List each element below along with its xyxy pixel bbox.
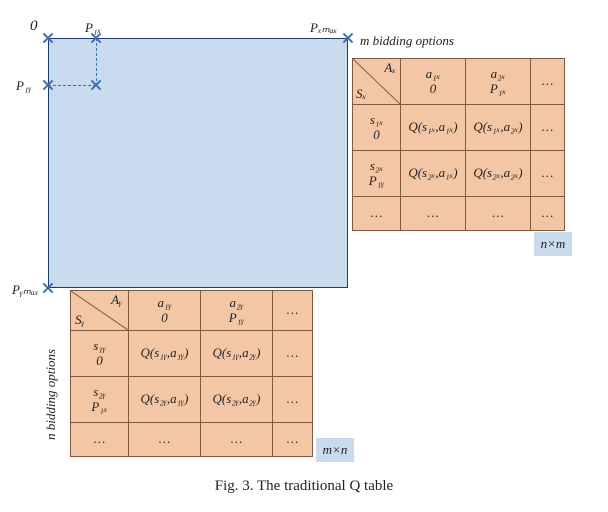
- tx-row-ell-h: …: [353, 197, 401, 231]
- tx-r1-ell: …: [531, 105, 565, 151]
- tx-row-2-h: s₂ₓP₁ᵧ: [353, 151, 401, 197]
- dash-horizontal: [48, 85, 96, 86]
- ty-r1-c1: Q(s₁ᵧ,a₁ᵧ): [129, 331, 201, 377]
- mark-origin: [42, 32, 54, 44]
- ty-rell-c3: …: [273, 423, 313, 457]
- size-tag-mxn: m×n: [316, 438, 354, 462]
- mark-pymax: [42, 282, 54, 294]
- size-tag-nxm: n×m: [534, 232, 572, 256]
- tx-r2-c2: Q(s₂ₓ,a₂ₓ): [466, 151, 531, 197]
- tx-rell-c1: …: [401, 197, 466, 231]
- tx-rell-c2: …: [466, 197, 531, 231]
- pxmax-label: Pₓₘₐₓ: [310, 20, 337, 36]
- tx-rell-c3: …: [531, 197, 565, 231]
- ty-row-1-h: s₁ᵧ0: [71, 331, 129, 377]
- diag-cell-x: Aₓ Sₓ: [353, 59, 401, 105]
- ty-r1-c2: Q(s₁ᵧ,a₂ᵧ): [201, 331, 273, 377]
- figure-caption: Fig. 3. The traditional Q table: [0, 478, 608, 495]
- p1y-label: P₁ᵧ: [16, 78, 31, 94]
- tx-r1-c2: Q(s₁ₓ,a₂ₓ): [466, 105, 531, 151]
- tx-col-2: a₂ₓP₁ₓ: [466, 59, 531, 105]
- ty-r2-c1: Q(s₂ᵧ,a₁ᵧ): [129, 377, 201, 423]
- mark-p1x: [90, 32, 102, 44]
- ty-r1-ell: …: [273, 331, 313, 377]
- tx-r2-c1: Q(s₂ₓ,a₁ₓ): [401, 151, 466, 197]
- tx-r1-c1: Q(s₁ₓ,a₁ₓ): [401, 105, 466, 151]
- tx-col-ell: …: [531, 59, 565, 105]
- q-table-y: Aᵧ Sᵧ a₁ᵧ0 a₂ᵧP₁ᵧ … s₁ᵧ0 Q(s₁ᵧ,a₁ᵧ) Q(s₁…: [70, 290, 313, 457]
- tx-r2-ell: …: [531, 151, 565, 197]
- n-bidding-options-label: n bidding options: [43, 349, 59, 440]
- ty-col-2: a₂ᵧP₁ᵧ: [201, 291, 273, 331]
- ty-row-2-h: s₂ᵧP₁ₓ: [71, 377, 129, 423]
- mark-pxmax: [342, 32, 354, 44]
- tx-col-1: a₁ₓ0: [401, 59, 466, 105]
- ty-rell-c1: …: [129, 423, 201, 457]
- mark-p1y: [42, 79, 54, 91]
- ty-r2-c2: Q(s₂ᵧ,a₂ᵧ): [201, 377, 273, 423]
- mark-inner: [90, 79, 102, 91]
- ty-col-ell: …: [273, 291, 313, 331]
- ty-rell-c2: …: [201, 423, 273, 457]
- ty-row-ell-h: …: [71, 423, 129, 457]
- ty-col-1: a₁ᵧ0: [129, 291, 201, 331]
- ty-r2-ell: …: [273, 377, 313, 423]
- tx-row-1-h: s₁ₓ0: [353, 105, 401, 151]
- m-bidding-options-label: m bidding options: [360, 33, 454, 49]
- diag-cell-y: Aᵧ Sᵧ: [71, 291, 129, 331]
- origin-label: 0: [30, 18, 38, 35]
- q-table-x: Aₓ Sₓ a₁ₓ0 a₂ₓP₁ₓ … s₁ₓ0 Q(s₁ₓ,a₁ₓ) Q(s₁…: [352, 58, 565, 231]
- pymax-label: Pᵧₘₐₓ: [12, 282, 39, 298]
- blue-main-region: [48, 38, 348, 288]
